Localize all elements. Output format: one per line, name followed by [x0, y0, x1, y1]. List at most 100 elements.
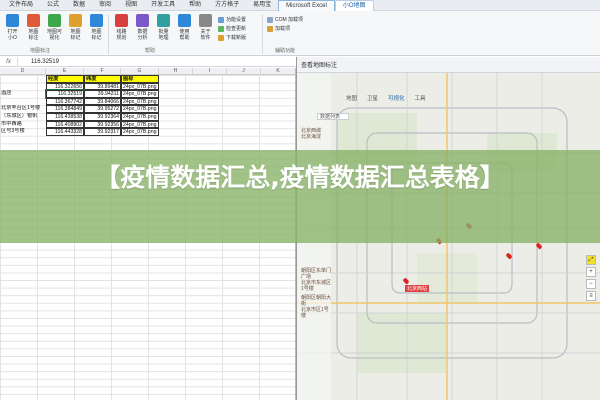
column-header[interactable]: H — [159, 68, 193, 75]
column-header[interactable]: D — [0, 68, 46, 75]
cell-lng-selected[interactable]: 116.32519 — [45, 89, 85, 99]
map-annotate-button[interactable]: 地图 标注 — [23, 14, 44, 41]
fullscreen-button[interactable]: ⤢ — [586, 255, 596, 265]
column-header[interactable]: J — [227, 68, 261, 75]
check-update-item[interactable]: 检查更新 — [218, 25, 246, 32]
cell-name[interactable]: 市中西路 — [0, 121, 46, 129]
cell-icon[interactable]: 24px_07B.png — [121, 90, 159, 98]
tab-map[interactable]: 地图 — [341, 93, 362, 103]
info-icon — [199, 14, 212, 27]
cell-icon[interactable]: 24px_07B.png — [121, 120, 159, 129]
pin-icon — [27, 14, 40, 27]
map-mark-2-button[interactable]: 地图 标记 — [86, 14, 107, 41]
settings-item[interactable]: 功能设置 — [218, 16, 246, 23]
cell-lng[interactable]: 116.384849 — [46, 105, 84, 113]
marker-icon — [69, 14, 82, 27]
group-label-annotate: 地图标注 — [30, 48, 51, 54]
column-header[interactable]: K — [261, 68, 295, 75]
about-software-button[interactable]: 关于 软件 — [195, 14, 216, 41]
cell-icon[interactable]: 24px_07B.png — [121, 82, 159, 91]
cell-name[interactable]: 北京丰台区1号楼 — [0, 105, 46, 113]
download-item[interactable]: 下载新版 — [218, 34, 246, 41]
cell-lat[interactable]: 39.92364 — [84, 113, 121, 121]
cell-lat[interactable]: 39.84066 — [84, 97, 121, 106]
list-item[interactable]: 朝阳区东单门广场 — [301, 268, 333, 280]
tab-satellite[interactable]: 卫星 — [362, 93, 383, 103]
tab-fangfang[interactable]: 方方格子 — [208, 0, 246, 11]
cell-name[interactable] — [0, 98, 46, 106]
formula-input[interactable]: 116.32519 — [18, 59, 59, 65]
cell-lat[interactable]: 39.92356 — [84, 120, 121, 129]
map-visualize-button[interactable]: 地图可 视化 — [44, 14, 65, 41]
fx-icon: fx — [0, 56, 18, 67]
list-item[interactable]: 朝阳区朝阳大街 — [301, 295, 333, 307]
tab-tools[interactable]: 工具 — [410, 93, 431, 103]
tab-excel[interactable]: Microsoft Excel — [278, 0, 335, 11]
side-list-top: 北京西城 北京海淀 — [301, 128, 333, 140]
tab-developer[interactable]: 开发工具 — [144, 0, 182, 11]
route-plan-button[interactable]: 线路 规划 — [111, 14, 132, 41]
batch-geo-button[interactable]: 批量 地理 — [153, 14, 174, 41]
map-mark-button[interactable]: 地图 标记 — [65, 14, 86, 41]
cell-name[interactable]: 酒店 — [0, 90, 46, 98]
column-header[interactable]: G — [121, 68, 159, 75]
usage-help-button[interactable]: 使用 帮助 — [174, 14, 195, 41]
cell-lng[interactable]: 116.367742 — [46, 97, 84, 106]
map-side-toolbar: ⤢ + − ≡ — [586, 255, 598, 305]
tab-help[interactable]: 帮助 — [182, 0, 208, 11]
cell-name[interactable]: （东城区）银帆 — [0, 113, 46, 121]
cell-lat[interactable]: 39.92317 — [84, 128, 121, 136]
table-row: 市中西路 116.408902 39.92356 24px_07B.png — [0, 120, 160, 129]
side-list-mid: 朝阳区东单门广场 北京市东城区1号楼 — [301, 268, 333, 292]
list-item[interactable]: 北京市东城区1号楼 — [301, 280, 333, 292]
column-headers: D E F G H I J K — [0, 68, 295, 75]
gear-icon — [218, 16, 224, 23]
tab-view[interactable]: 视图 — [118, 0, 144, 11]
app-window: 文件布局 公式 数据 审阅 视图 开发工具 帮助 方方格子 易用宝 Micros… — [0, 0, 600, 400]
open-xiao-o-button[interactable]: 打开 小O — [2, 14, 23, 41]
cell-icon[interactable]: 24px_07B.png — [121, 97, 159, 106]
ribbon-tab-bar: 文件布局 公式 数据 审阅 视图 开发工具 帮助 方方格子 易用宝 Micros… — [0, 0, 600, 11]
cell-name-header[interactable] — [0, 75, 46, 83]
cell-lng[interactable]: 116.438538 — [46, 113, 84, 121]
map-app-icon — [6, 14, 19, 27]
cell-icon-header[interactable]: 图标 — [121, 75, 159, 83]
cell-icon[interactable]: 24px_07B.png — [121, 105, 159, 113]
list-item[interactable]: 北京市区1号楼 — [301, 307, 333, 319]
cell-lng-header[interactable]: 经度 — [46, 75, 84, 83]
cell-lat[interactable]: 39.94311 — [84, 90, 121, 98]
addins-item[interactable]: 加载项 — [267, 25, 290, 32]
cell-icon[interactable]: 24px_07B.png — [121, 113, 159, 121]
cell-lng[interactable]: 116.408902 — [46, 120, 84, 129]
tab-formulas[interactable]: 公式 — [40, 0, 66, 11]
cell-name[interactable]: 区号3号楼 — [0, 128, 46, 136]
tab-review[interactable]: 审阅 — [92, 0, 118, 11]
cell-name[interactable] — [0, 83, 46, 91]
banner-title: 【疫情数据汇总,疫情数据汇总表格】 — [95, 163, 505, 192]
tab-visualize[interactable]: 可视化 — [383, 93, 410, 103]
cell-lat-header[interactable]: 纬度 — [84, 75, 121, 83]
cell-lat[interactable]: 39.95272 — [84, 105, 121, 113]
data-analysis-button[interactable]: 数据 分析 — [132, 14, 153, 41]
cell-lng[interactable]: 116.322656 — [46, 82, 84, 91]
cell-lng[interactable]: 116.443328 — [46, 128, 84, 136]
cell-icon[interactable]: 24px_07B.png — [121, 128, 159, 136]
column-header[interactable]: E — [46, 68, 84, 75]
tab-layout[interactable]: 文件布局 — [2, 0, 40, 11]
map-data-list-field[interactable]: 数据列表 — [317, 113, 349, 120]
formula-bar: fx 116.32519 — [0, 56, 296, 67]
zoom-in-button[interactable]: + — [586, 267, 596, 277]
tab-yiyongbao[interactable]: 易用宝 — [246, 0, 278, 11]
list-item[interactable]: 北京海淀 — [301, 134, 333, 140]
zoom-out-button[interactable]: − — [586, 279, 596, 289]
layers-button[interactable]: ≡ — [586, 291, 596, 301]
help-icon — [178, 14, 191, 27]
tab-data[interactable]: 数据 — [66, 0, 92, 11]
column-header[interactable]: I — [193, 68, 227, 75]
map-title: 查看地图标注 — [301, 63, 338, 69]
download-icon — [218, 34, 224, 41]
cell-lat[interactable]: 39.89481 — [84, 82, 121, 91]
com-addins-item[interactable]: COM 加载项 — [267, 16, 303, 23]
tab-xiao-o-map[interactable]: 小O地图 — [334, 0, 374, 11]
column-header[interactable]: F — [84, 68, 121, 75]
